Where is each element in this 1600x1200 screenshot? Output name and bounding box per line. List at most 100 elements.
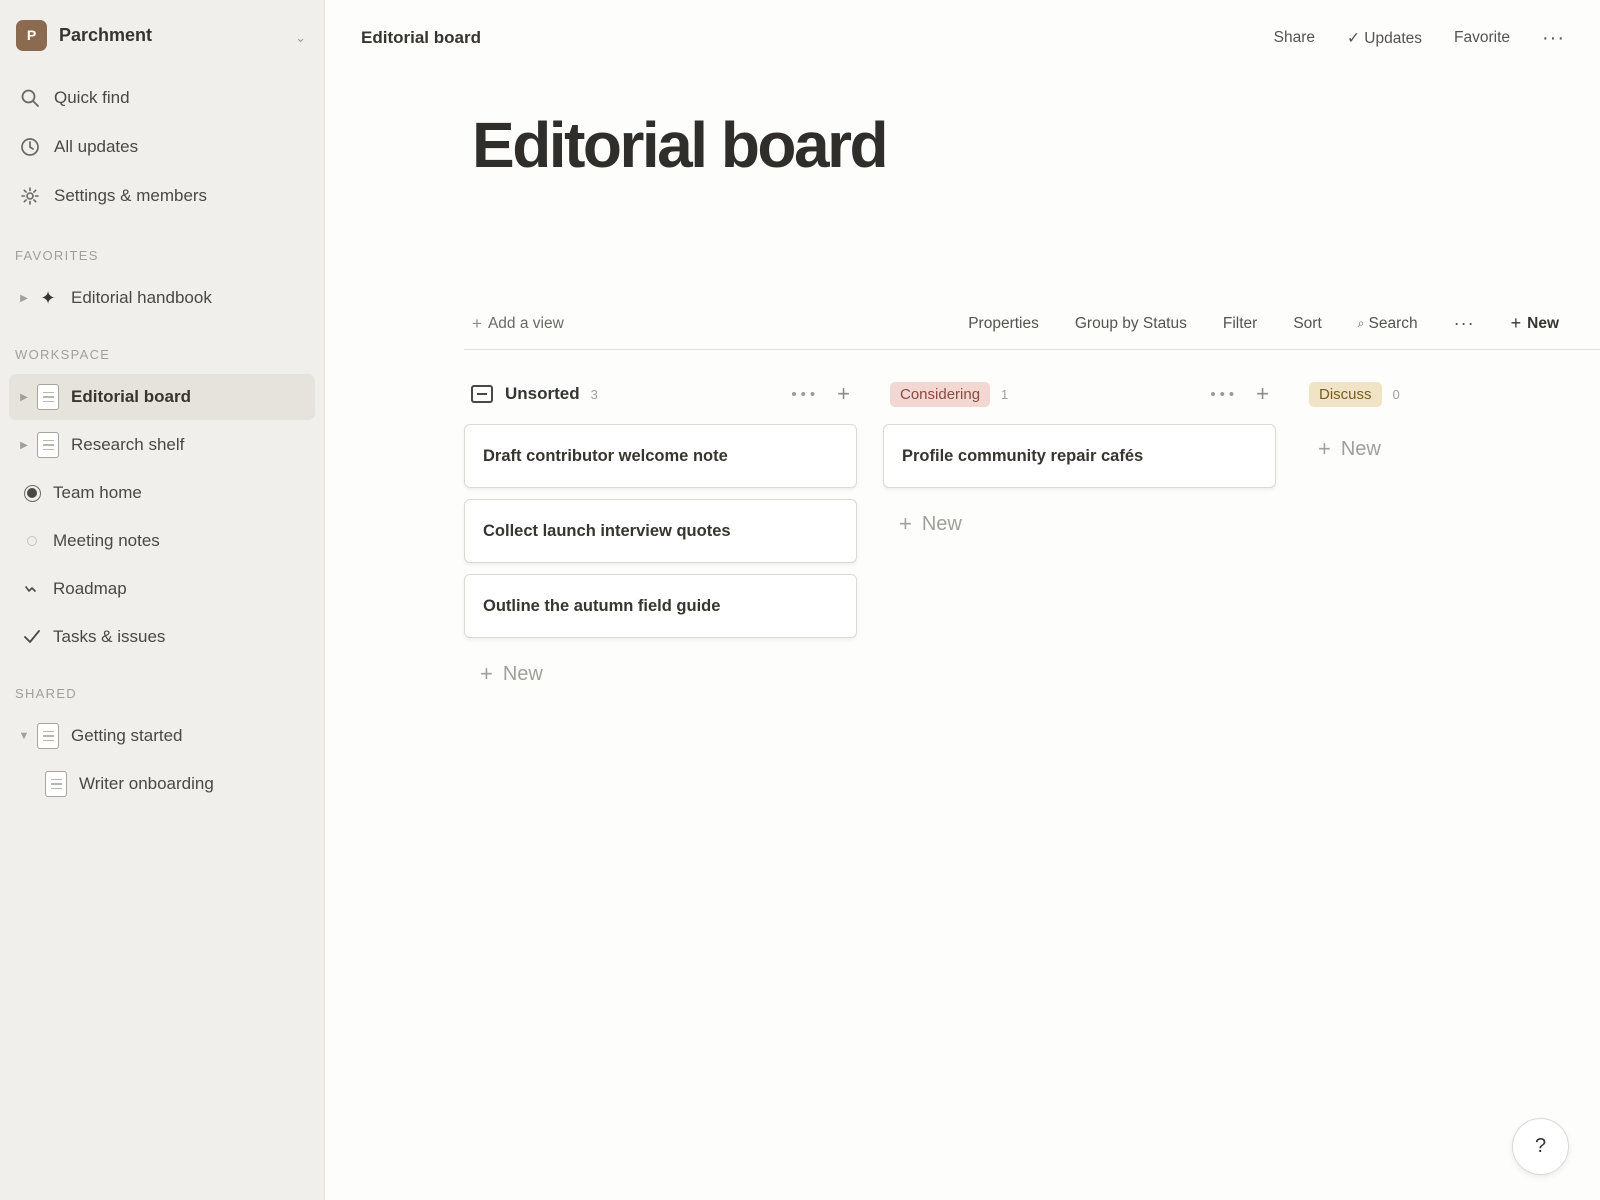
clock-icon <box>19 136 41 158</box>
board-card[interactable]: Outline the autumn field guide <box>464 574 857 638</box>
topbar: Editorial board Share ✓ Updates Favorite… <box>325 0 1600 76</box>
page-icon <box>37 432 59 458</box>
add-card-icon[interactable]: + <box>837 381 850 407</box>
sidebar: P Parchment ⌄ Quick find All updates Set… <box>0 0 325 1200</box>
workspace-avatar: P <box>16 19 47 51</box>
tree-label: Team home <box>53 483 142 502</box>
expand-toggle-icon[interactable]: ▶ <box>17 392 31 403</box>
board-card[interactable]: Collect launch interview quotes <box>464 499 857 563</box>
circle-icon <box>21 536 43 546</box>
help-button[interactable]: ? <box>1512 1118 1569 1175</box>
status-pill[interactable]: Discuss <box>1309 381 1382 407</box>
gear-icon <box>19 185 41 207</box>
board-card[interactable]: Draft contributor welcome note <box>464 424 857 488</box>
nav-all-updates[interactable]: All updates <box>9 125 315 169</box>
plus-icon: + <box>480 661 493 686</box>
chevron-down-icon: ⌄ <box>295 30 306 45</box>
new-label: New <box>1527 314 1559 332</box>
tree-label: Research shelf <box>71 435 185 454</box>
nav-quick-find[interactable]: Quick find <box>9 76 315 120</box>
favorite-editorial-handbook[interactable]: ▶ ✦ Editorial handbook <box>9 275 315 321</box>
add-card-button[interactable]: + New <box>883 499 1276 549</box>
sidebar-item-research-shelf[interactable]: ▶ Research shelf <box>9 422 315 468</box>
board-column-considering: Considering 1 ••• + Profile community re… <box>883 375 1276 699</box>
board-card[interactable]: Profile community repair cafés <box>883 424 1276 488</box>
expand-toggle-icon[interactable]: ▶ <box>17 293 31 304</box>
sparkle-icon: ✦ <box>40 287 56 308</box>
collapse-toggle-icon[interactable]: ▼ <box>17 730 31 742</box>
board-column-unsorted: Unsorted 3 ••• + Draft contributor welco… <box>464 375 857 699</box>
favorite-button[interactable]: Favorite <box>1454 29 1510 47</box>
view-tools: Properties Group by Status Filter Sort ⌕… <box>968 313 1559 334</box>
tree-label: Editorial handbook <box>71 288 212 307</box>
top-actions: Share ✓ Updates Favorite ··· <box>1274 27 1565 50</box>
search-icon <box>19 87 41 109</box>
radio-icon <box>21 484 43 502</box>
new-button[interactable]: + New <box>1511 313 1559 334</box>
tree-label: Roadmap <box>53 579 127 598</box>
filter-button[interactable]: Filter <box>1223 315 1257 333</box>
shared-heading: SHARED <box>15 686 77 701</box>
sidebar-item-roadmap[interactable]: Roadmap <box>9 566 315 612</box>
add-card-button[interactable]: + New <box>1302 424 1502 474</box>
workspace-heading: WORKSPACE <box>15 347 111 362</box>
more-options-icon[interactable]: ··· <box>1542 27 1565 50</box>
share-button[interactable]: Share <box>1274 29 1315 47</box>
add-card-icon[interactable]: + <box>1256 381 1269 407</box>
expand-toggle-icon[interactable]: ▶ <box>17 440 31 451</box>
plus-icon: + <box>1318 436 1331 461</box>
nav-label: All updates <box>54 137 139 156</box>
workspace-name: Parchment <box>59 24 153 45</box>
sort-button[interactable]: Sort <box>1293 315 1321 333</box>
column-actions: ••• + <box>1210 381 1269 407</box>
column-header: Considering 1 ••• + <box>883 375 1276 413</box>
plus-icon: + <box>899 511 912 536</box>
add-card-button[interactable]: + New <box>464 649 857 699</box>
sidebar-item-getting-started[interactable]: ▼ Getting started <box>9 713 315 759</box>
breadcrumb[interactable]: Editorial board <box>361 28 1274 48</box>
inbox-icon <box>471 385 493 403</box>
updates-button[interactable]: ✓ Updates <box>1347 29 1422 48</box>
properties-button[interactable]: Properties <box>968 315 1039 333</box>
view-toolbar: + Add a view Properties Group by Status … <box>464 298 1600 350</box>
column-header: Unsorted 3 ••• + <box>464 375 857 413</box>
add-view-button[interactable]: + Add a view <box>472 314 564 334</box>
page-icon <box>37 723 59 749</box>
tree-label: Getting started <box>71 726 183 745</box>
more-options-icon[interactable]: ••• <box>1210 386 1238 403</box>
tree-label: Meeting notes <box>53 531 160 550</box>
page-icon <box>37 384 59 410</box>
sidebar-item-meeting-notes[interactable]: Meeting notes <box>9 518 315 564</box>
tree-label: Tasks & issues <box>53 627 166 646</box>
check-icon <box>21 629 43 645</box>
nav-label: Settings & members <box>54 186 208 205</box>
sidebar-item-editorial-board[interactable]: ▶ Editorial board <box>9 374 315 420</box>
group-by-button[interactable]: Group by Status <box>1075 315 1187 333</box>
sidebar-item-team-home[interactable]: Team home <box>9 470 315 516</box>
more-options-icon[interactable]: ··· <box>1454 313 1475 334</box>
tree-label: Writer onboarding <box>79 774 214 793</box>
column-title[interactable]: Unsorted <box>505 384 580 404</box>
nav-settings[interactable]: Settings & members <box>9 174 315 218</box>
status-pill[interactable]: Considering <box>890 381 991 407</box>
search-button[interactable]: ⌕ Search <box>1358 315 1418 333</box>
column-header: Discuss 0 <box>1302 375 1502 413</box>
search-label: Search <box>1368 314 1418 332</box>
more-options-icon[interactable]: ••• <box>791 386 819 403</box>
squiggle-icon <box>21 584 43 594</box>
app-window: P Parchment ⌄ Quick find All updates Set… <box>0 0 1600 1200</box>
column-count: 1 <box>1001 386 1009 402</box>
page-title[interactable]: Editorial board <box>472 108 889 182</box>
page-icon <box>45 771 67 797</box>
nav-label: Quick find <box>54 88 130 107</box>
search-icon: ⌕ <box>1357 316 1365 330</box>
sidebar-item-tasks-issues[interactable]: Tasks & issues <box>9 614 315 660</box>
add-card-label: New <box>502 662 543 685</box>
sidebar-item-writer-onboarding[interactable]: Writer onboarding <box>9 761 315 807</box>
tree-label: Editorial board <box>71 387 191 406</box>
add-view-label: Add a view <box>487 314 564 332</box>
add-card-label: New <box>921 512 962 535</box>
column-count: 0 <box>1392 386 1400 402</box>
workspace-switcher[interactable]: P Parchment ⌄ <box>0 0 324 70</box>
main-content: Editorial board Share ✓ Updates Favorite… <box>325 0 1600 1200</box>
